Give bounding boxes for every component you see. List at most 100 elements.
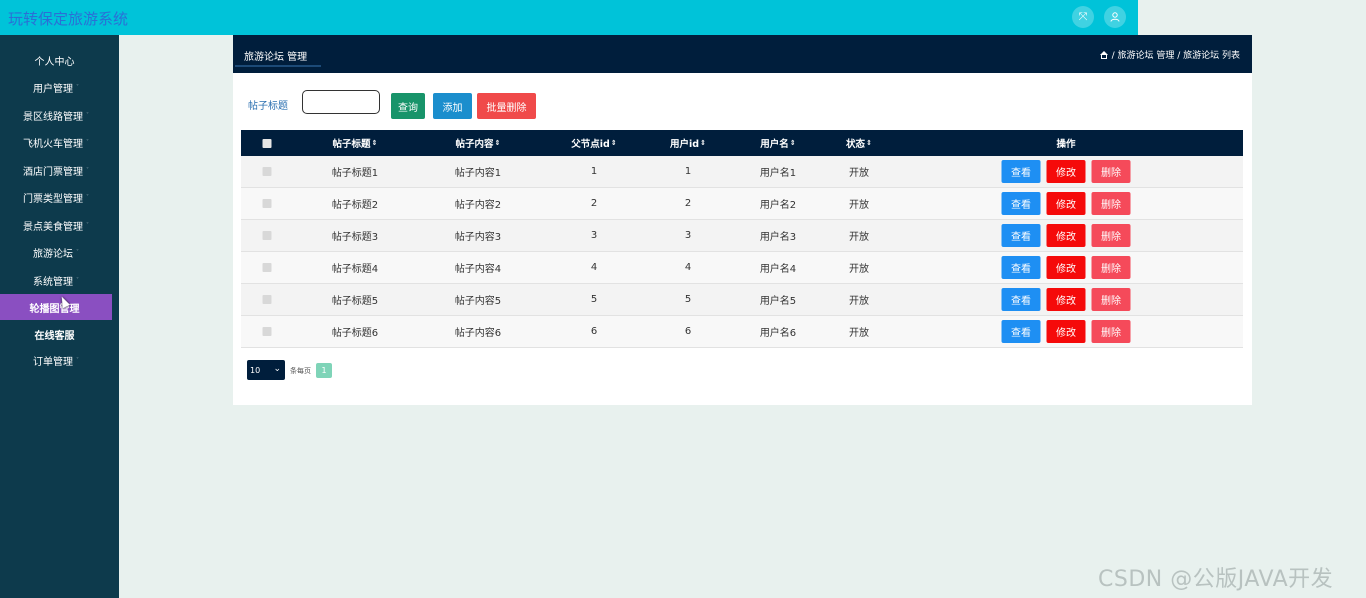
chevron-down-icon: ˅ [76,248,79,256]
column-header-parent-id[interactable]: 父节点id ⇕ [571,130,616,156]
row-checkbox[interactable] [262,284,272,315]
delete-button[interactable]: 删除 [1091,224,1131,247]
cell-user-id: 1 [684,166,692,177]
post-table: 帖子标题 ⇕ 帖子内容 ⇕ 父节点id ⇕ 用户id ⇕ 用户名 ⇕ 状态 ⇕ 操作 帖子标… [241,130,1243,348]
cell-username: 用户名4 [759,264,797,275]
sidebar-item[interactable]: 系统管理 ˅ [0,267,112,293]
cell-username: 用户名5 [759,296,797,307]
content-card: 旅游论坛 管理 / 旅游论坛 管理 / 旅游论坛 列表 帖子标题 查询 添加 批… [233,35,1252,405]
cell-status: 开放 [849,296,869,307]
row-checkbox[interactable] [262,188,272,219]
sidebar-item-label: 系统管理 [33,276,73,288]
card-header: 旅游论坛 管理 / 旅游论坛 管理 / 旅游论坛 列表 [233,35,1252,73]
column-header-title[interactable]: 帖子标题 ⇕ [333,130,378,156]
row-checkbox[interactable] [262,252,272,283]
chevron-down-icon: ˅ [86,193,89,201]
sidebar-item-label: 轮播图管理 [29,303,80,315]
view-button[interactable]: 查看 [1001,320,1041,343]
cell-status: 开放 [849,328,869,339]
row-checkbox[interactable] [262,220,272,251]
breadcrumb-text: / 旅游论坛 管理 / 旅游论坛 列表 [1111,51,1240,61]
chevron-down-icon: ⌄ [273,364,281,374]
sidebar-item[interactable]: 酒店门票管理 ˅ [0,157,112,183]
row-checkbox[interactable] [262,156,272,187]
per-page-label: 条每页 [290,367,311,375]
view-button[interactable]: 查看 [1001,160,1041,183]
edit-button[interactable]: 修改 [1046,256,1086,279]
cell-parent-id: 6 [590,326,598,337]
cell-content: 帖子内容2 [454,200,502,211]
sidebar-item-label: 门票类型管理 [23,193,83,205]
home-icon[interactable] [1099,50,1109,59]
view-button[interactable]: 查看 [1001,224,1041,247]
add-button[interactable]: 添加 [433,93,472,119]
column-header-user-id[interactable]: 用户id ⇕ [670,130,706,156]
cell-content: 帖子内容5 [454,296,502,307]
sidebar-item[interactable]: 个人中心 [0,47,112,73]
edit-button[interactable]: 修改 [1046,160,1086,183]
column-header-content[interactable]: 帖子内容 ⇕ [456,130,501,156]
cell-username: 用户名3 [759,232,797,243]
batch-delete-button[interactable]: 批量删除 [477,93,536,119]
view-button[interactable]: 查看 [1001,288,1041,311]
delete-button[interactable]: 删除 [1091,256,1131,279]
app-title: 玩转保定旅游系统 [8,10,129,28]
cell-title: 帖子标题3 [331,232,379,243]
edit-button[interactable]: 修改 [1046,288,1086,311]
search-label: 帖子标题 [248,101,288,112]
user-icon[interactable] [1104,6,1126,28]
query-button[interactable]: 查询 [391,93,425,119]
column-header-status[interactable]: 状态 ⇕ [846,130,872,156]
column-header-actions: 操作 [1056,139,1076,150]
view-button[interactable]: 查看 [1001,192,1041,215]
row-actions: 查看 修改 删除 [1001,188,1131,219]
sidebar: 个人中心 用户管理 ˅ 景区线路管理 ˅ 飞机火车管理 ˅ 酒店门票管理 ˅ 门票类型管理 ˅ 景点美… [0,35,119,598]
sidebar-item-label: 用户管理 [33,83,73,95]
top-bar: 玩转保定旅游系统 ⤧ [0,0,1138,35]
sidebar-item[interactable]: 用户管理 ˅ [0,74,112,100]
delete-button[interactable]: 删除 [1091,160,1131,183]
cell-status: 开放 [849,264,869,275]
sidebar-item[interactable]: 订单管理 ˅ [0,347,112,373]
delete-button[interactable]: 删除 [1091,192,1131,215]
edit-button[interactable]: 修改 [1046,224,1086,247]
edit-button[interactable]: 修改 [1046,320,1086,343]
delete-button[interactable]: 删除 [1091,288,1131,311]
chevron-down-icon: ˅ [86,221,89,229]
table-row: 帖子标题1 帖子内容1 1 1 用户名1 开放 查看 修改 删除 [241,156,1243,188]
sidebar-item[interactable]: 景点美食管理 ˅ [0,212,112,238]
cell-content: 帖子内容3 [454,232,502,243]
edit-button[interactable]: 修改 [1046,192,1086,215]
cell-content: 帖子内容1 [454,168,502,179]
sidebar-item[interactable]: 旅游论坛 ˅ [0,239,112,265]
row-checkbox[interactable] [262,316,272,347]
cell-title: 帖子标题6 [331,328,379,339]
sidebar-item[interactable]: 轮播图管理 [0,294,112,320]
fullscreen-icon[interactable]: ⤧ [1072,6,1094,28]
sidebar-item-label: 在线客服 [34,330,75,342]
row-actions: 查看 修改 删除 [1001,284,1131,315]
page-size-select[interactable]: 10 ⌄ [247,360,285,380]
cell-username: 用户名1 [759,168,797,179]
delete-button[interactable]: 删除 [1091,320,1131,343]
page-title: 旅游论坛 管理 [244,52,308,63]
title-underline [235,65,321,67]
select-all-checkbox[interactable] [262,130,272,156]
sidebar-item[interactable]: 门票类型管理 ˅ [0,184,112,210]
sidebar-item[interactable]: 飞机火车管理 ˅ [0,129,112,155]
chevron-down-icon: ˅ [76,276,79,284]
view-button[interactable]: 查看 [1001,256,1041,279]
title-search-input[interactable] [302,90,380,114]
cell-parent-id: 2 [590,198,598,209]
cell-parent-id: 1 [590,166,598,177]
cell-status: 开放 [849,232,869,243]
chevron-down-icon: ˅ [86,166,89,174]
cell-user-id: 3 [684,230,692,241]
cell-title: 帖子标题4 [331,264,379,275]
column-header-username[interactable]: 用户名 ⇕ [760,130,795,156]
sidebar-item[interactable]: 在线客服 [0,321,112,347]
cell-status: 开放 [849,200,869,211]
page-number-button[interactable]: 1 [316,363,332,378]
sidebar-item[interactable]: 景区线路管理 ˅ [0,102,112,128]
sidebar-item-label: 酒店门票管理 [23,166,83,178]
